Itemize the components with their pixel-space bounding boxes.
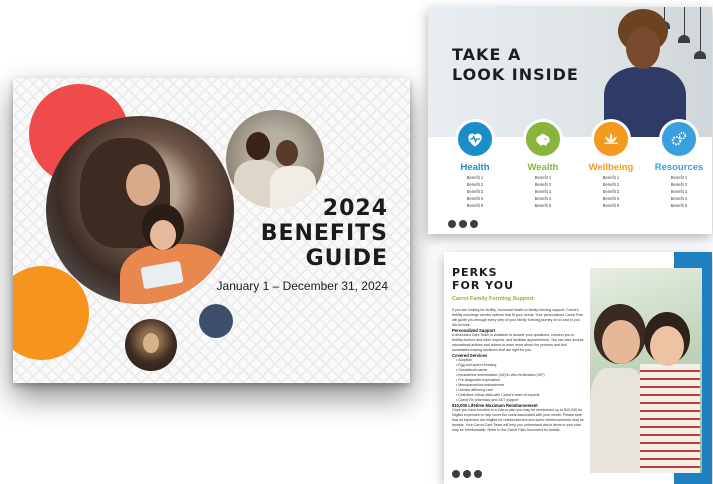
piggy-bank-icon — [523, 119, 563, 159]
mother-child-photo — [46, 116, 234, 304]
category-wealth: Wealth — [527, 162, 559, 173]
lotus-icon — [591, 119, 631, 159]
inside-title-line2: LOOK INSIDE — [452, 65, 579, 84]
friends-photo — [125, 319, 177, 371]
perks-intro: If you are looking for fertility, hormon… — [452, 308, 584, 327]
perks-title-line2: FOR YOU — [452, 279, 515, 292]
look-inside-slide: TAKE A LOOK INSIDE Health Wealth Wellbei… — [428, 7, 712, 234]
wellbeing-benefits-list: Benefit 1 Benefit 2 Benefit 3 Benefit 4 Bene… — [602, 175, 620, 208]
footer-icons — [452, 470, 482, 478]
cover-title-year: 2024 — [322, 196, 388, 221]
gears-icon — [659, 119, 699, 159]
resources-benefits-list: Benefit 1 Benefit 2 Benefit 3 Benefit 4 Bene… — [670, 175, 688, 208]
perks-title-line1: PERKS — [452, 266, 498, 279]
footer-dot-icon — [452, 470, 460, 478]
cover-title-benefits: BENEFITS — [260, 221, 388, 246]
category-health: Health — [460, 162, 490, 173]
perks-slide: PERKS FOR YOU Carrot Family Forming Supp… — [444, 252, 712, 484]
mother-daughter-photo — [590, 268, 702, 473]
couple-photo — [226, 110, 324, 208]
cover-title: 2024 BENEFITS GUIDE — [261, 196, 388, 271]
cover-date-range: January 1 – December 31, 2024 — [216, 279, 388, 293]
category-icons — [428, 119, 712, 159]
footer-dot-icon — [470, 220, 478, 228]
footer-icons — [448, 220, 478, 228]
perks-subtitle: Carrot Family Forming Support — [452, 296, 534, 302]
category-wellbeing: Wellbeing — [588, 162, 634, 173]
perks-section-text: Once you have enrolled in a Carrot plan … — [452, 408, 584, 432]
wealth-benefits-list: Benefit 1 Benefit 2 Benefit 3 Benefit 4 Bene… — [534, 175, 552, 208]
covered-services-list: Adoption Egg and sperm freezing Gestatio… — [452, 358, 584, 403]
cover-title-guide: GUIDE — [305, 246, 388, 271]
footer-dot-icon — [459, 220, 467, 228]
perks-section-text: A dedicated Care Team is available to an… — [452, 333, 584, 352]
navy-circle — [199, 304, 233, 338]
smiling-woman-photo — [598, 7, 698, 137]
heart-pulse-icon — [455, 119, 495, 159]
inside-title: TAKE A LOOK INSIDE — [452, 45, 579, 85]
benefits-guide-preview: 2024 BENEFITS GUIDE January 1 – December… — [0, 0, 713, 484]
category-resources: Resources — [654, 162, 704, 173]
footer-dot-icon — [448, 220, 456, 228]
inside-title-line1: TAKE A — [452, 45, 522, 64]
perks-title: PERKS FOR YOU — [452, 266, 514, 292]
cover-slide: 2024 BENEFITS GUIDE January 1 – December… — [13, 78, 410, 383]
perks-body-text: If you are looking for fertility, hormon… — [452, 308, 584, 433]
health-benefits-list: Benefit 1 Benefit 2 Benefit 3 Benefit 4 Bene… — [466, 175, 484, 208]
footer-dot-icon — [463, 470, 471, 478]
footer-dot-icon — [474, 470, 482, 478]
